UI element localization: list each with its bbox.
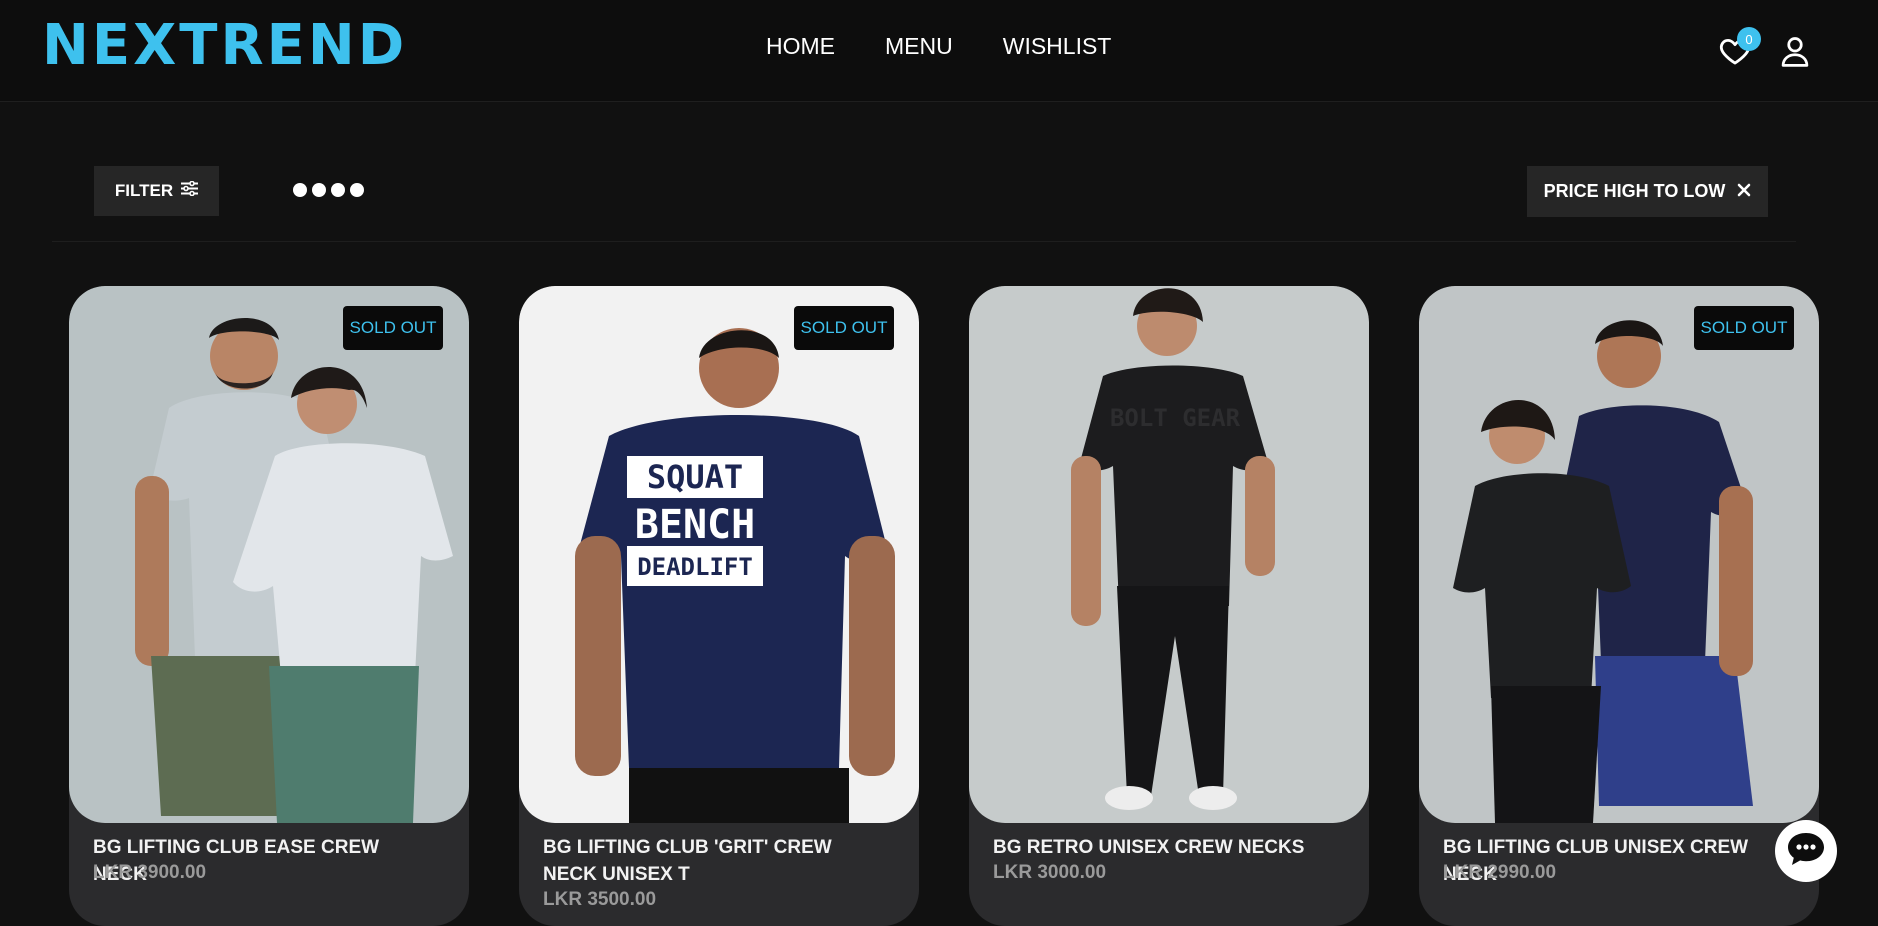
chat-button[interactable] bbox=[1775, 820, 1837, 882]
filter-label: FILTER bbox=[114, 181, 174, 200]
product-image[interactable] bbox=[1419, 286, 1819, 823]
toolbar-divider bbox=[52, 241, 1796, 242]
grid-dot bbox=[331, 183, 345, 197]
product-price: LKR 3500.00 bbox=[543, 889, 657, 910]
product-price: LKR 3900.00 bbox=[93, 862, 207, 883]
print-squat: SQUAT bbox=[647, 458, 743, 496]
product-title[interactable]: BG RETRO UNISEX CREW NECKS bbox=[993, 834, 1333, 861]
product-price: LKR 3000.00 bbox=[993, 862, 1107, 883]
main-nav: HOME MENU WISHLIST bbox=[766, 32, 1111, 60]
user-icon[interactable] bbox=[1780, 34, 1810, 68]
print-bolt-gear: BOLT GEAR bbox=[1110, 404, 1241, 432]
product-card[interactable]: SQUAT BENCH DEADLIFT SOLD OUT BG LIFTING… bbox=[519, 286, 919, 926]
sold-out-badge: SOLD OUT bbox=[343, 306, 443, 350]
site-header: NEXTREND HOME MENU WISHLIST 0 bbox=[0, 0, 1878, 102]
product-image[interactable] bbox=[69, 286, 469, 823]
grid-dot bbox=[350, 183, 364, 197]
sold-out-badge: SOLD OUT bbox=[794, 306, 894, 350]
product-card[interactable]: BOLT GEAR BG RETRO UNISEX CREW NECKS LKR… bbox=[969, 286, 1369, 926]
chat-bubble-icon bbox=[1786, 831, 1826, 871]
product-card[interactable]: SOLD OUT BG LIFTING CLUB UNISEX CREW NEC… bbox=[1419, 286, 1819, 926]
product-image[interactable]: BOLT GEAR bbox=[969, 286, 1369, 823]
filter-button[interactable]: FILTER bbox=[94, 166, 219, 216]
nav-wishlist[interactable]: WISHLIST bbox=[1003, 32, 1112, 60]
sort-price-high-to-low-button[interactable]: PRICE HIGH TO LOW bbox=[1527, 166, 1768, 217]
sort-label: PRICE HIGH TO LOW bbox=[1543, 181, 1726, 201]
product-title[interactable]: BG LIFTING CLUB 'GRIT' CREW NECK UNISEX … bbox=[543, 834, 883, 888]
nav-home[interactable]: HOME bbox=[766, 32, 835, 60]
product-card[interactable]: SOLD OUT BG LIFTING CLUB EASE CREW NECK … bbox=[69, 286, 469, 926]
wishlist-count-badge: 0 bbox=[1737, 27, 1761, 51]
dots-grid-icon[interactable] bbox=[293, 183, 364, 197]
product-image[interactable]: SQUAT BENCH DEADLIFT bbox=[519, 286, 919, 823]
grid-dot bbox=[293, 183, 307, 197]
sold-out-badge: SOLD OUT bbox=[1694, 306, 1794, 350]
product-price: LKR 2990.00 bbox=[1443, 862, 1557, 883]
close-icon[interactable] bbox=[1737, 181, 1751, 202]
print-bench: BENCH bbox=[635, 502, 755, 548]
grid-dot bbox=[312, 183, 326, 197]
sliders-icon bbox=[181, 180, 199, 201]
brand-logo[interactable]: NEXTREND bbox=[42, 16, 407, 76]
nav-menu[interactable]: MENU bbox=[885, 32, 953, 60]
print-deadlift: DEADLIFT bbox=[637, 553, 753, 581]
